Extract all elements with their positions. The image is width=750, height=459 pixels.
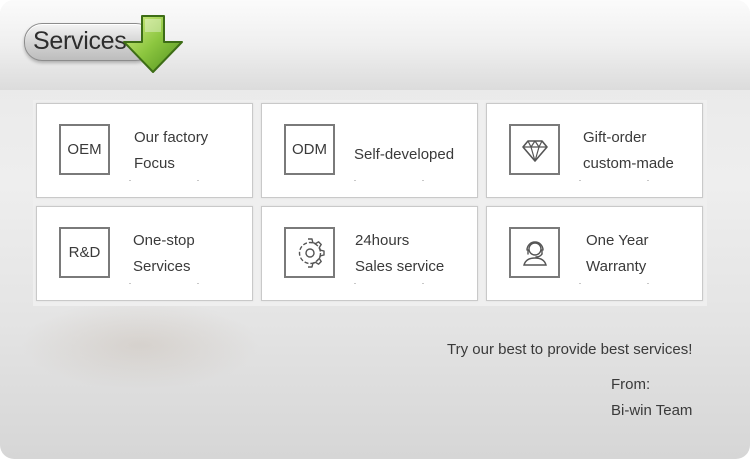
services-grid: OEM Our factory Focus ODM Self-developed… [33, 100, 707, 306]
services-card: Services OEM Our factory Focus ODM Self-… [0, 0, 750, 459]
service-tile-sales: 24hours Sales service [261, 206, 478, 301]
down-arrow-icon [123, 15, 183, 73]
service-line-1: One Year [586, 232, 649, 249]
gear-icon [284, 227, 335, 278]
service-tile-rd: R&D One-stop Services [36, 206, 253, 301]
service-tile-odm: ODM Self-developed [261, 103, 478, 198]
tagline: Try our best to provide best services! [447, 341, 693, 358]
team-name: Bi-win Team [611, 402, 693, 419]
service-tile-gift: Gift-order custom-made [486, 103, 703, 198]
services-heading: Services [33, 27, 127, 55]
diamond-icon [509, 124, 560, 175]
service-line-1: Self-developed [354, 146, 455, 163]
service-line-1: 24hours [355, 232, 410, 249]
odm-badge: ODM [284, 124, 335, 175]
from-label: From: [611, 376, 651, 393]
service-line-2: custom-made [583, 155, 674, 172]
service-tile-warranty: One Year Warranty [486, 206, 703, 301]
rd-badge: R&D [59, 227, 110, 278]
service-line-2: Warranty [586, 258, 647, 275]
service-line-2: Sales service [355, 258, 445, 275]
support-agent-icon [509, 227, 560, 278]
service-line-2: Focus [134, 155, 175, 172]
service-line-1: Gift-order [583, 129, 647, 146]
service-line-2: Services [133, 258, 191, 275]
service-line-1: One-stop [133, 232, 195, 249]
oem-badge: OEM [59, 124, 110, 175]
service-tile-oem: OEM Our factory Focus [36, 103, 253, 198]
background-blur [20, 300, 260, 390]
service-line-1: Our factory [134, 129, 209, 146]
